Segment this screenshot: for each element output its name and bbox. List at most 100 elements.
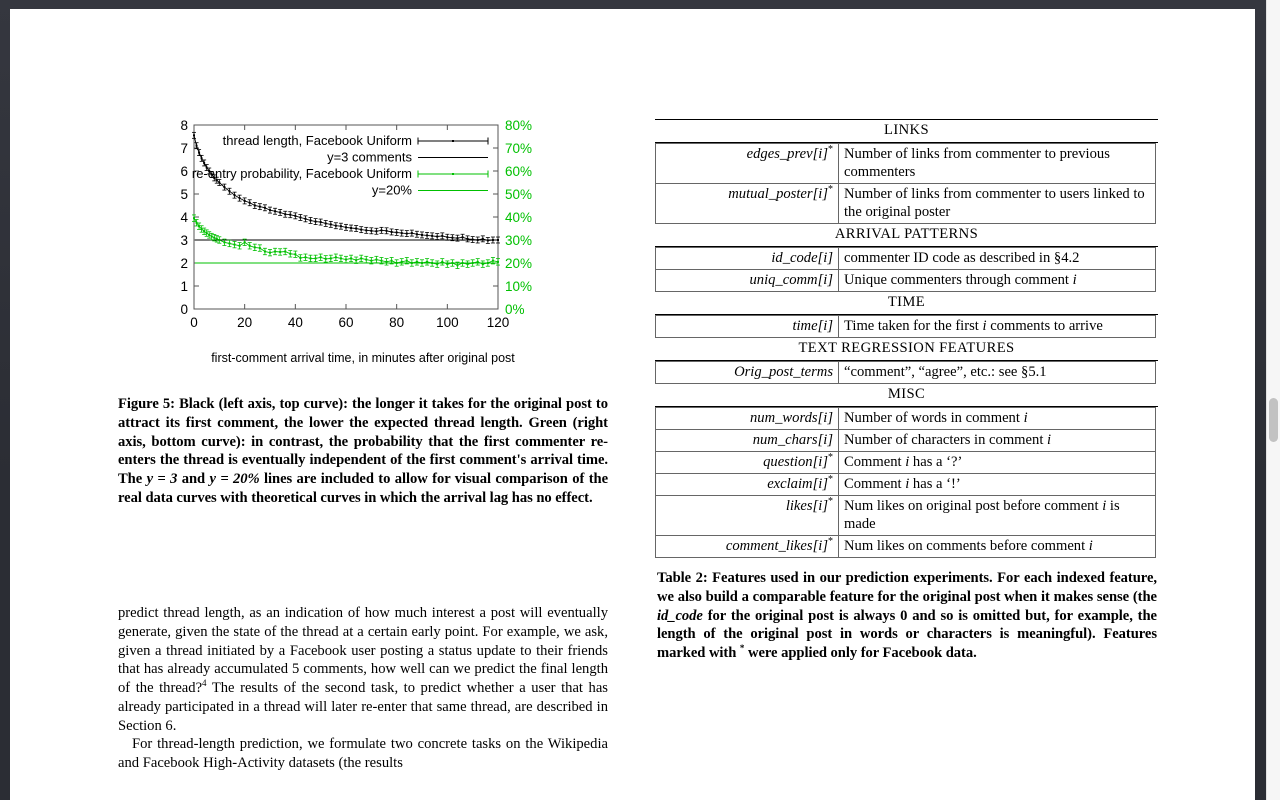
table-group-heading: LINKS [884,122,929,138]
feature-description-cell: Num likes on original post before commen… [838,495,1156,537]
svg-text:40: 40 [288,315,303,330]
feature-description-cell: Unique commenters through comment i [838,269,1156,293]
table-group-block: time[i] Time taken for the first i commen… [655,315,1156,339]
table-row: mutual_poster[i]* Number of links from co… [655,183,1156,225]
table-group-block: num_words[i] Number of words in comment i… [655,407,1156,559]
table-caption: Table 2: Features used in our prediction… [657,569,1157,663]
figure-caption-math-1: y = 3 [146,471,178,487]
feature-name-cell: num_chars[i] [655,429,839,453]
table-caption-math: id_code [657,607,703,624]
facebook-only-star: * [828,496,833,508]
svg-text:20%: 20% [505,256,532,271]
table-caption-label: Table 2: [657,570,708,586]
svg-text:8: 8 [180,119,188,133]
figure-caption-label: Figure 5: [118,396,175,412]
feature-name-cell: comment_likes[i]* [655,535,839,559]
svg-text:0: 0 [180,302,188,317]
figure-5: 0 1 2 3 4 5 6 7 8 0% 10% 20% 30% 40% 50% 60% 70% 80% 0 20 40… [118,119,618,508]
feature-name-cell: num_words[i] [655,407,839,431]
table-group-block: edges_prev[i]* Number of links from comme… [655,142,1156,225]
pdf-page: 0 1 2 3 4 5 6 7 8 0% 10% 20% 30% 40% 50% 60% 70% 80% 0 20 40… [10,9,1255,800]
feature-description-cell: Number of links from commenter to users … [838,183,1156,225]
feature-name-cell: id_code[i] [655,247,839,271]
svg-text:y=3 comments: y=3 comments [327,150,412,165]
svg-text:re-entry probability, Facebook: re-entry probability, Facebook Uniform [192,166,412,181]
table-caption-text-1: Features used in our prediction experime… [657,570,1157,605]
svg-text:2: 2 [180,256,188,271]
chart-plot-area: 0 1 2 3 4 5 6 7 8 0% 10% 20% 30% 40% 50% 60% 70% 80% 0 20 40… [168,119,558,365]
svg-text:1: 1 [180,279,188,294]
feature-description-cell: “comment”, “agree”, etc.: see §5.1 [838,361,1156,385]
table-caption-text-3: were applied only for Facebook data. [744,645,977,661]
feature-name-cell: question[i]* [655,451,839,475]
thread-length-reentry-chart: 0123456780%10%20%30%40%50%60%70%80%0 20 40… [180,119,532,330]
document-viewer: 0 1 2 3 4 5 6 7 8 0% 10% 20% 30% 40% 50% 60% 70% 80% 0 20 40… [0,0,1280,800]
table-row: uniq_comm[i] Unique commenters through co… [655,269,1156,293]
svg-text:100: 100 [436,315,459,330]
table-row: Orig_post_terms “comment”, “agree”, etc.:… [655,361,1156,385]
table-group-block: id_code[i] commenter ID code as described… [655,247,1156,293]
svg-text:80: 80 [389,315,404,330]
table-group-block: Orig_post_terms “comment”, “agree”, etc.:… [655,361,1156,385]
facebook-only-star: * [828,452,833,464]
svg-text:60%: 60% [505,164,532,179]
svg-text:70%: 70% [505,141,532,156]
facebook-only-star: * [828,144,833,156]
feature-name-cell: exclaim[i]* [655,473,839,497]
facebook-only-star: * [828,474,833,486]
feature-description-cell: Time taken for the first i comments to a… [838,315,1156,339]
svg-text:40%: 40% [505,210,532,225]
body-text-block: predict thread length, as an indication … [118,604,608,773]
svg-text:120: 120 [487,315,510,330]
table-row: comment_likes[i]* Num likes on comments b… [655,535,1156,559]
table-group-heading: ARRIVAL PATTERNS [834,226,979,243]
figure-caption-math-2: y = 20% [209,471,260,487]
feature-description-cell: Comment i has a ‘?’ [838,451,1156,475]
feature-description-cell: Num likes on comments before comment i [838,535,1156,559]
table-row: likes[i]* Num likes on original post befo… [655,495,1156,537]
facebook-only-star: * [828,536,833,548]
feature-description-cell: commenter ID code as described in §4.2 [838,247,1156,271]
feature-name-cell: time[i] [655,315,839,339]
table-row: num_chars[i] Number of characters in comm… [655,429,1156,453]
feature-name-cell: uniq_comm[i] [655,269,839,293]
svg-text:3: 3 [180,233,188,248]
table-row: question[i]* Comment i has a ‘?’ [655,451,1156,475]
table-row: num_words[i] Number of words in comment i [655,407,1156,431]
feature-description-cell: Number of words in comment i [838,407,1156,431]
svg-text:20: 20 [237,315,252,330]
svg-text:50%: 50% [505,187,532,202]
table-row: id_code[i] commenter ID code as described… [655,247,1156,271]
table-group-heading: TEXT REGRESSION FEATURES [798,340,1015,357]
table-group-heading: MISC [887,386,926,403]
svg-text:thread length, Facebook Unifor: thread length, Facebook Uniform [223,133,412,148]
svg-text:6: 6 [180,164,188,179]
feature-description-cell: Number of links from commenter to previo… [838,142,1156,185]
scrollbar-thumb[interactable] [1269,398,1278,442]
svg-text:0: 0 [190,315,198,330]
feature-name-cell: likes[i]* [655,495,839,537]
body-paragraph-1: predict thread length, as an indication … [118,604,608,735]
feature-description-cell: Comment i has a ‘!’ [838,473,1156,497]
chart-x-axis-label: first-comment arrival time, in minutes a… [211,351,515,365]
svg-text:80%: 80% [505,119,532,133]
figure-caption: Figure 5: Black (left axis, top curve): … [118,395,608,508]
feature-name-cell: Orig_post_terms [655,361,839,385]
table-row: edges_prev[i]* Number of links from comme… [655,142,1156,185]
svg-text:4: 4 [180,210,188,225]
table-row: exclaim[i]* Comment i has a ‘!’ [655,473,1156,497]
table-row: time[i] Time taken for the first i commen… [655,315,1156,339]
svg-text:y=20%: y=20% [372,183,413,198]
facebook-only-star: * [828,184,833,196]
figure-caption-text-2: and [177,471,210,487]
feature-name-cell: edges_prev[i]* [655,142,839,185]
svg-text:7: 7 [180,141,188,156]
table-2: LINKS edges_prev[i]* Number of links from … [655,119,1158,559]
svg-text:30%: 30% [505,233,532,248]
svg-text:5: 5 [180,187,188,202]
vertical-scrollbar[interactable] [1266,0,1280,800]
table-group-heading: TIME [887,294,926,311]
feature-name-cell: mutual_poster[i]* [655,183,839,225]
feature-description-cell: Number of characters in comment i [838,429,1156,453]
body-paragraph-2: For thread-length prediction, we formula… [118,736,608,771]
